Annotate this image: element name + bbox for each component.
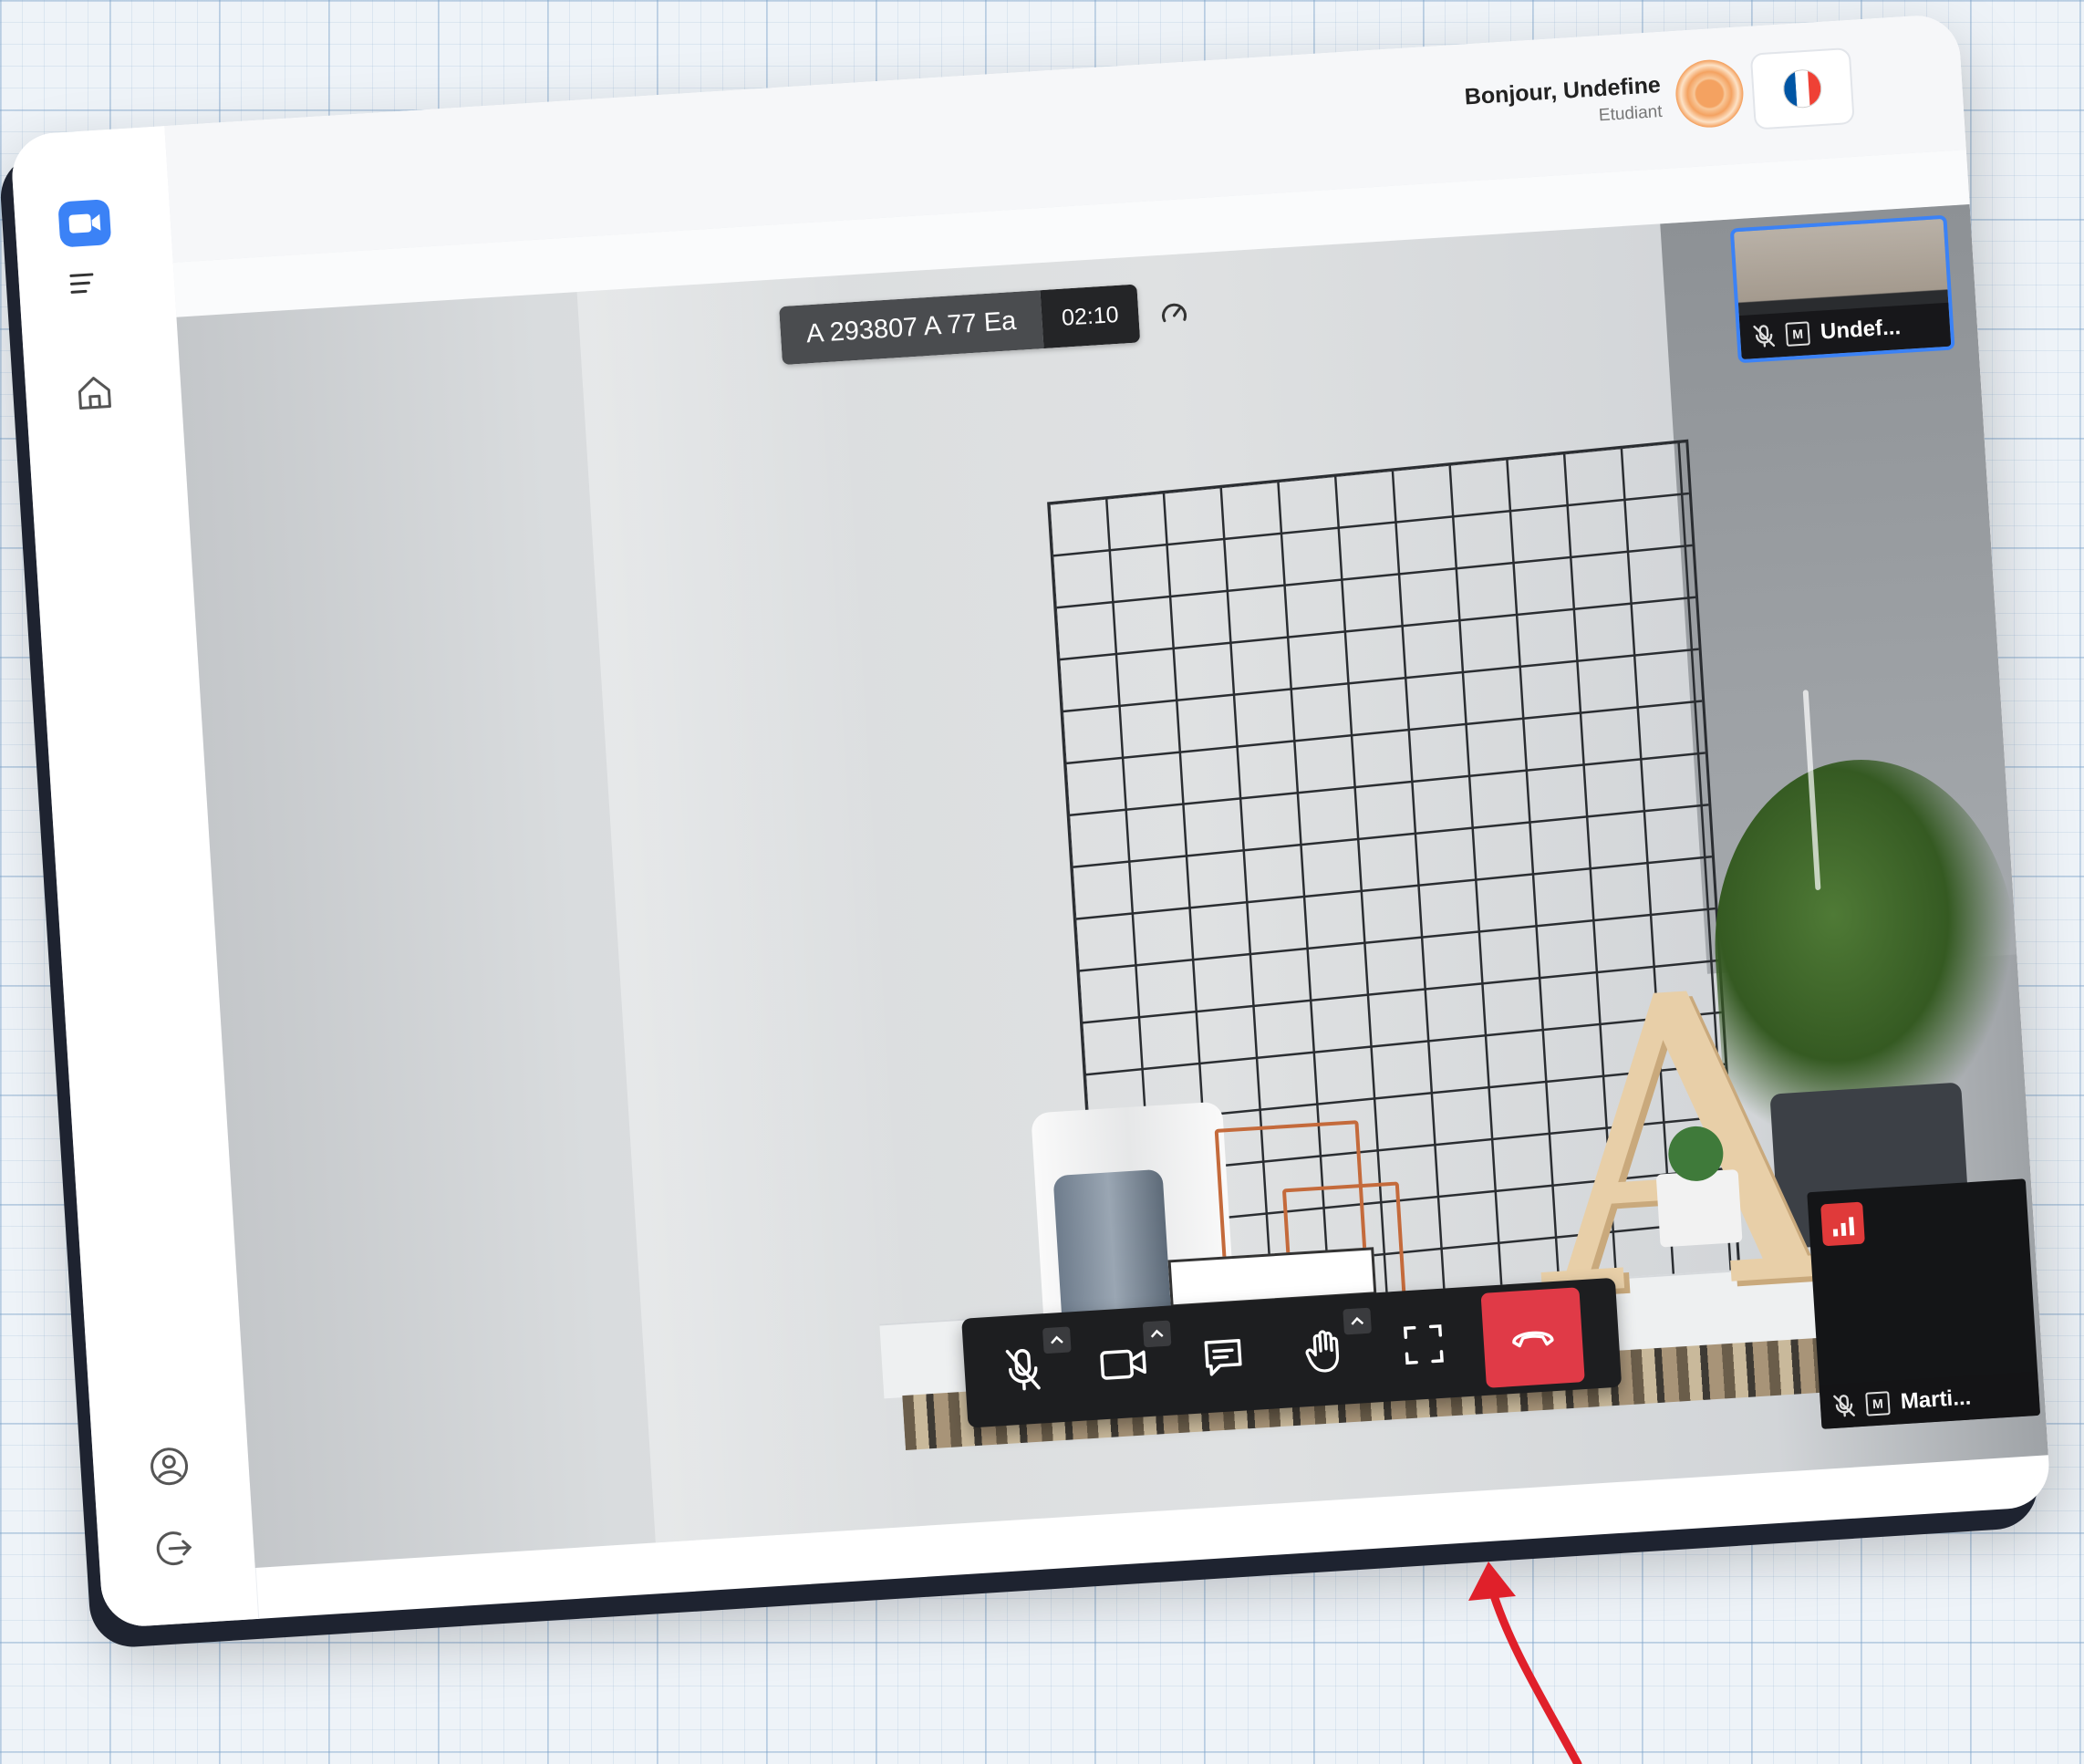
- phone-hangup-icon: [1512, 1331, 1554, 1348]
- mic-options-button[interactable]: [1042, 1326, 1072, 1354]
- raise-hand-button[interactable]: [1275, 1304, 1373, 1397]
- tile-info-bar: M Marti...: [1819, 1371, 2041, 1429]
- signal-strength-icon: [1820, 1201, 1865, 1247]
- french-flag-icon: [1781, 68, 1823, 109]
- remote-video-tile[interactable]: M Marti...: [1807, 1178, 2041, 1429]
- fullscreen-button[interactable]: [1375, 1298, 1472, 1391]
- avatar[interactable]: [1674, 57, 1746, 130]
- chat-button[interactable]: [1175, 1311, 1271, 1404]
- chevron-up-icon: [1051, 1335, 1063, 1344]
- participant-name: Marti...: [1900, 1385, 1972, 1415]
- microphone-off-icon: [1005, 1348, 1041, 1391]
- microphone-off-icon: [1753, 325, 1776, 348]
- host-badge: M: [1785, 321, 1810, 347]
- home-icon[interactable]: [68, 367, 120, 419]
- camera-options-button[interactable]: [1142, 1320, 1172, 1348]
- hamburger-icon[interactable]: [69, 266, 108, 305]
- hand-icon: [1305, 1330, 1340, 1373]
- chat-bubble-icon: [1204, 1339, 1242, 1376]
- logout-icon[interactable]: [149, 1522, 201, 1574]
- language-selector[interactable]: [1749, 47, 1855, 130]
- video-camera-icon: [1100, 1349, 1146, 1380]
- user-circle-icon[interactable]: [143, 1440, 195, 1492]
- tile-info-bar: M Undef...: [1738, 302, 1952, 360]
- network-speed-icon[interactable]: [1157, 297, 1190, 330]
- video-stage: A A 293807 A 77 Ea 02:10 M Undef...: [176, 204, 2048, 1569]
- host-badge: M: [1865, 1391, 1891, 1416]
- meeting-timer: 02:10: [1040, 284, 1141, 349]
- microphone-off-icon: [1833, 1395, 1855, 1417]
- end-call-button[interactable]: [1480, 1287, 1585, 1388]
- video-camera-icon: [68, 213, 101, 233]
- app-logo[interactable]: [57, 199, 112, 248]
- background-wall: [576, 275, 929, 1543]
- cactus-pot: [1655, 1169, 1743, 1248]
- chevron-up-icon: [1150, 1329, 1164, 1338]
- self-video-tile[interactable]: M Undef...: [1729, 214, 1955, 364]
- mute-button[interactable]: [975, 1323, 1072, 1416]
- annotation-arrow: [1468, 1562, 1582, 1764]
- app-window: Bonjour, Undefine Etudiant A A 293807 A …: [9, 13, 2052, 1629]
- fullscreen-icon: [1403, 1324, 1444, 1365]
- user-greeting: Bonjour, Undefine Etudiant: [1464, 72, 1663, 134]
- participant-name: Undef...: [1820, 315, 1902, 345]
- chevron-up-icon: [1351, 1316, 1364, 1325]
- reactions-options-button[interactable]: [1343, 1307, 1373, 1335]
- camera-button[interactable]: [1075, 1317, 1172, 1410]
